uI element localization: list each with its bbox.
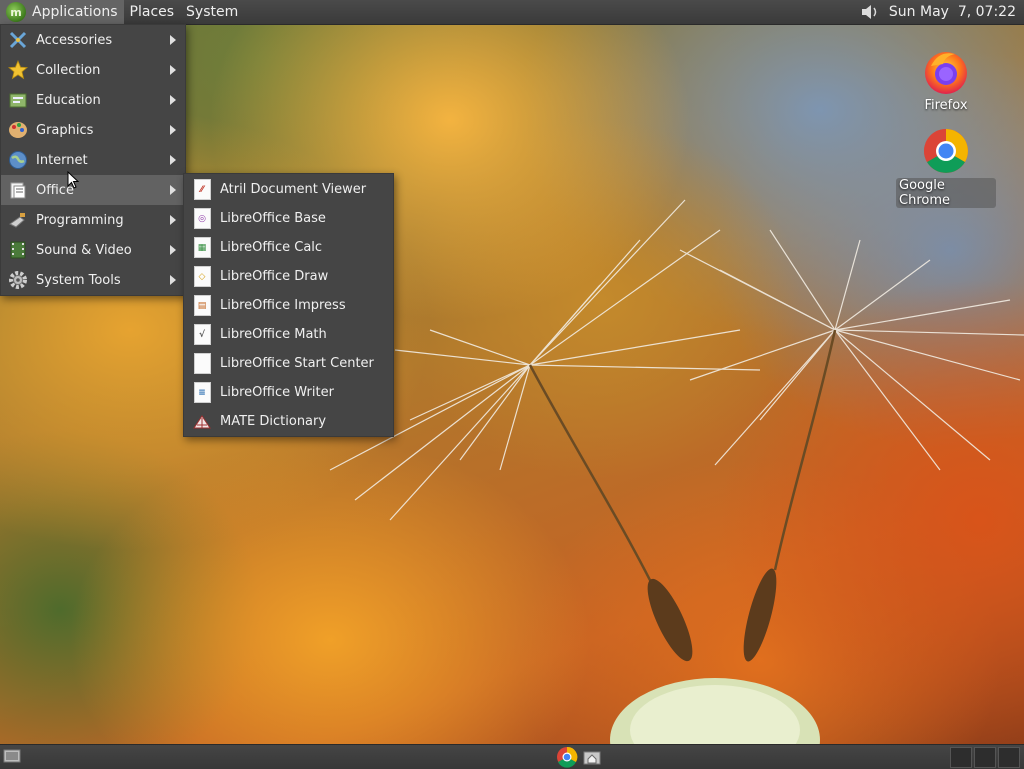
system-menu-button[interactable]: System [180, 0, 244, 24]
libreoffice-impress-icon: ▤ [192, 295, 212, 317]
menu-item-internet[interactable]: Internet [1, 145, 185, 175]
menu-item-collection[interactable]: Collection [1, 55, 185, 85]
atril-icon: ⁄⁄ [192, 179, 212, 201]
menu-item-label: Graphics [36, 122, 94, 138]
libreoffice-start-center-icon [192, 353, 212, 375]
star-icon [7, 59, 29, 81]
menu-item-education[interactable]: Education [1, 85, 185, 115]
workspace-switcher [948, 747, 1020, 768]
desktop-icon-label: Google Chrome [896, 178, 996, 208]
submenu-item-libreoffice-calc[interactable]: ▦ LibreOffice Calc [184, 233, 393, 262]
submenu-item-label: LibreOffice Start Center [220, 356, 374, 371]
submenu-arrow-icon [170, 125, 176, 135]
submenu-item-label: LibreOffice Calc [220, 240, 323, 255]
libreoffice-writer-icon: ≡ [192, 382, 212, 404]
submenu-item-libreoffice-start-center[interactable]: LibreOffice Start Center [184, 349, 393, 378]
menu-item-label: System Tools [36, 272, 121, 288]
top-panel: m Applications Places System Sun May 7, … [0, 0, 1024, 25]
menu-item-label: Sound & Video [36, 242, 132, 258]
mate-logo-icon: m [6, 2, 26, 22]
bottom-panel [0, 744, 1024, 769]
accessories-icon [7, 29, 29, 51]
submenu-item-libreoffice-math[interactable]: √ LibreOffice Math [184, 320, 393, 349]
libreoffice-base-icon: ◎ [192, 208, 212, 230]
desktop-icon-label: Firefox [924, 98, 968, 113]
home-folder-icon[interactable] [583, 748, 601, 766]
submenu-item-libreoffice-writer[interactable]: ≡ LibreOffice Writer [184, 378, 393, 407]
menu-item-label: Collection [36, 62, 101, 78]
menu-item-label: Programming [36, 212, 124, 228]
submenu-arrow-icon [170, 95, 176, 105]
speaker-icon[interactable] [859, 3, 881, 21]
gear-icon [7, 269, 29, 291]
applications-menu-label: Applications [32, 4, 118, 20]
submenu-item-label: LibreOffice Base [220, 211, 326, 226]
menu-item-office[interactable]: Office [1, 175, 185, 205]
menu-item-sound-video[interactable]: Sound & Video [1, 235, 185, 265]
applications-menu: Accessories Collection Education Graphic… [0, 24, 186, 296]
education-icon [7, 89, 29, 111]
submenu-item-atril[interactable]: ⁄⁄ Atril Document Viewer [184, 175, 393, 204]
places-menu-label: Places [129, 4, 175, 20]
chrome-icon [924, 129, 968, 173]
firefox-icon [925, 52, 967, 94]
clock[interactable]: Sun May 7, 07:22 [889, 4, 1024, 20]
panel-tray: Sun May 7, 07:22 [859, 0, 1024, 24]
menu-item-graphics[interactable]: Graphics [1, 115, 185, 145]
submenu-arrow-icon [170, 155, 176, 165]
menu-item-label: Internet [36, 152, 88, 168]
submenu-arrow-icon [170, 35, 176, 45]
menu-item-label: Accessories [36, 32, 113, 48]
chrome-icon[interactable] [556, 746, 578, 768]
submenu-item-libreoffice-impress[interactable]: ▤ LibreOffice Impress [184, 291, 393, 320]
submenu-item-mate-dictionary[interactable]: MATE Dictionary [184, 407, 393, 436]
system-menu-label: System [186, 4, 239, 20]
submenu-item-label: MATE Dictionary [220, 414, 327, 429]
submenu-item-label: LibreOffice Impress [220, 298, 346, 313]
menu-item-programming[interactable]: Programming [1, 205, 185, 235]
menu-item-label: Education [36, 92, 101, 108]
submenu-item-libreoffice-base[interactable]: ◎ LibreOffice Base [184, 204, 393, 233]
film-icon [7, 239, 29, 261]
submenu-arrow-icon [170, 275, 176, 285]
submenu-arrow-icon [170, 245, 176, 255]
globe-icon [7, 149, 29, 171]
desktop-icon-firefox[interactable]: Firefox [915, 46, 977, 113]
libreoffice-calc-icon: ▦ [192, 237, 212, 259]
office-submenu: ⁄⁄ Atril Document Viewer ◎ LibreOffice B… [183, 173, 394, 437]
submenu-arrow-icon [170, 185, 176, 195]
submenu-item-libreoffice-draw[interactable]: ◇ LibreOffice Draw [184, 262, 393, 291]
submenu-item-label: LibreOffice Draw [220, 269, 329, 284]
workspace-1[interactable] [950, 747, 972, 768]
submenu-item-label: Atril Document Viewer [220, 182, 367, 197]
mouse-cursor-icon [67, 171, 79, 189]
libreoffice-draw-icon: ◇ [192, 266, 212, 288]
submenu-arrow-icon [170, 215, 176, 225]
submenu-item-label: LibreOffice Math [220, 327, 327, 342]
dictionary-icon [192, 411, 212, 433]
workspace-3[interactable] [998, 747, 1020, 768]
places-menu-button[interactable]: Places [124, 0, 181, 24]
submenu-item-label: LibreOffice Writer [220, 385, 334, 400]
graphics-icon [7, 119, 29, 141]
menu-item-system-tools[interactable]: System Tools [1, 265, 185, 295]
office-icon [7, 179, 29, 201]
submenu-arrow-icon [170, 65, 176, 75]
libreoffice-math-icon: √ [192, 324, 212, 346]
menu-item-accessories[interactable]: Accessories [1, 25, 185, 55]
programming-icon [7, 209, 29, 231]
applications-menu-button[interactable]: m Applications [0, 0, 124, 24]
show-desktop-icon[interactable] [3, 748, 21, 764]
desktop-icon-google-chrome[interactable]: Google Chrome [896, 126, 996, 208]
workspace-2[interactable] [974, 747, 996, 768]
